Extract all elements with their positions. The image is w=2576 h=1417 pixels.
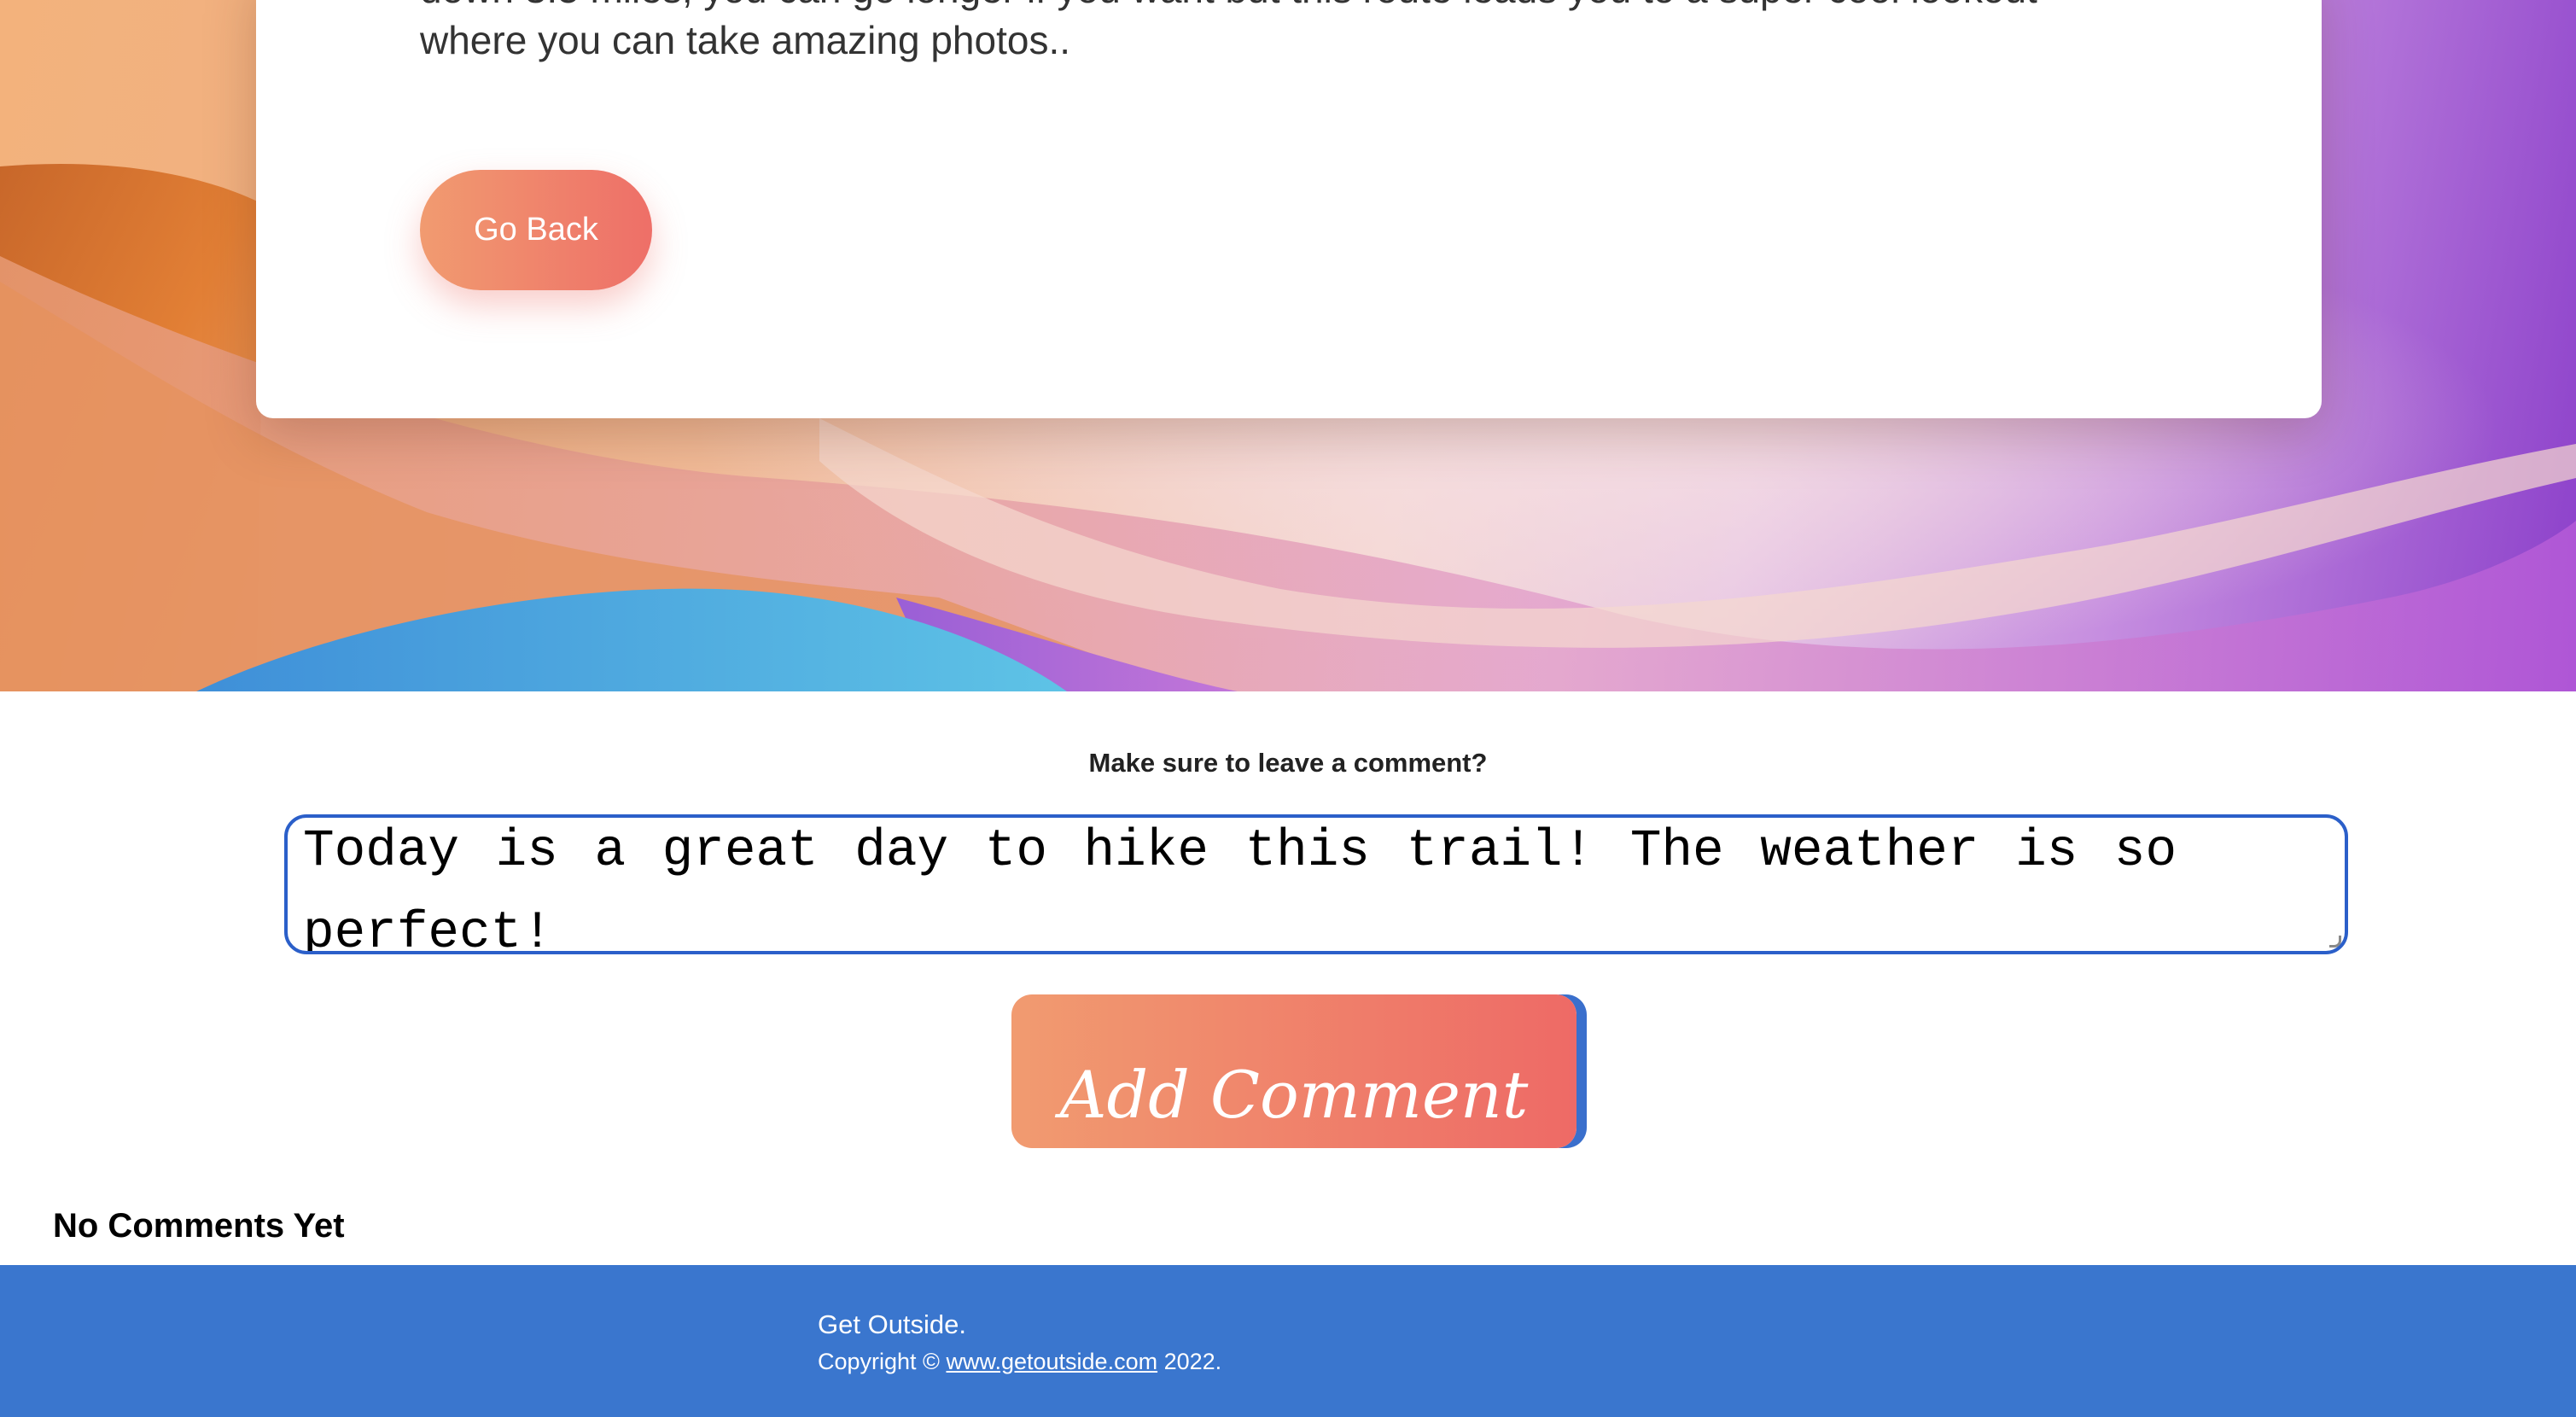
- trail-description-line: where you can take amazing photos..: [420, 18, 1071, 62]
- footer-copyright: Copyright © www.getoutside.com 2022.: [818, 1349, 1221, 1375]
- hero-background: down 3.5 miles, you can go longer if you…: [0, 0, 2576, 691]
- comment-textarea-value: Today is a great day to hike this trail!…: [303, 822, 2177, 954]
- no-comments-message: No Comments Yet: [53, 1207, 345, 1245]
- footer-website-link[interactable]: www.getoutside.com: [946, 1349, 1157, 1374]
- copyright-year: 2022.: [1163, 1349, 1222, 1374]
- site-footer: Get Outside. Copyright © www.getoutside.…: [0, 1265, 2576, 1417]
- go-back-button[interactable]: Go Back: [420, 170, 652, 290]
- comment-textarea[interactable]: Today is a great day to hike this trail!…: [284, 814, 2348, 954]
- footer-brand: Get Outside.: [818, 1309, 967, 1339]
- trail-detail-card: down 3.5 miles, you can go longer if you…: [256, 0, 2322, 418]
- add-comment-button[interactable]: Add Comment: [1011, 994, 1576, 1148]
- resize-grip-icon[interactable]: [2329, 936, 2341, 948]
- comment-prompt: Make sure to leave a comment?: [1088, 748, 1488, 778]
- copyright-prefix: Copyright ©: [818, 1349, 940, 1374]
